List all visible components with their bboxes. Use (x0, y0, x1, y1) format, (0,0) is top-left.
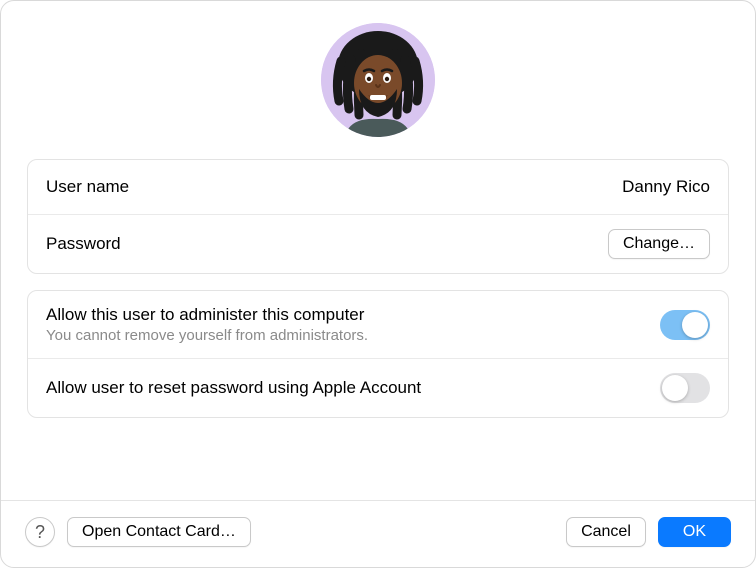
reset-label: Allow user to reset password using Apple… (46, 378, 421, 398)
admin-toggle[interactable] (660, 310, 710, 340)
admin-note: You cannot remove yourself from administ… (46, 327, 368, 344)
password-row: Password Change… (28, 214, 728, 273)
dialog-content: User name Danny Rico Password Change… Al… (1, 1, 755, 500)
user-info-panel: User name Danny Rico Password Change… (27, 159, 729, 274)
change-password-button[interactable]: Change… (608, 229, 710, 259)
username-row: User name Danny Rico (28, 160, 728, 214)
admin-label: Allow this user to administer this compu… (46, 305, 368, 325)
username-value: Danny Rico (622, 177, 710, 197)
username-label: User name (46, 177, 129, 197)
admin-text: Allow this user to administer this compu… (46, 305, 368, 344)
help-icon: ? (35, 522, 45, 543)
toggle-knob (682, 312, 708, 338)
password-label: Password (46, 234, 121, 254)
user-settings-dialog: User name Danny Rico Password Change… Al… (0, 0, 756, 568)
open-contact-card-button[interactable]: Open Contact Card… (67, 517, 251, 547)
help-button[interactable]: ? (25, 517, 55, 547)
cancel-button[interactable]: Cancel (566, 517, 646, 547)
reset-password-toggle[interactable] (660, 373, 710, 403)
reset-password-row: Allow user to reset password using Apple… (28, 358, 728, 417)
permissions-panel: Allow this user to administer this compu… (27, 290, 729, 418)
admin-row: Allow this user to administer this compu… (28, 291, 728, 358)
dialog-footer: ? Open Contact Card… Cancel OK (1, 500, 755, 567)
avatar[interactable] (321, 23, 435, 137)
toggle-knob (662, 375, 688, 401)
memoji-avatar-icon (321, 23, 435, 137)
ok-button[interactable]: OK (658, 517, 731, 547)
